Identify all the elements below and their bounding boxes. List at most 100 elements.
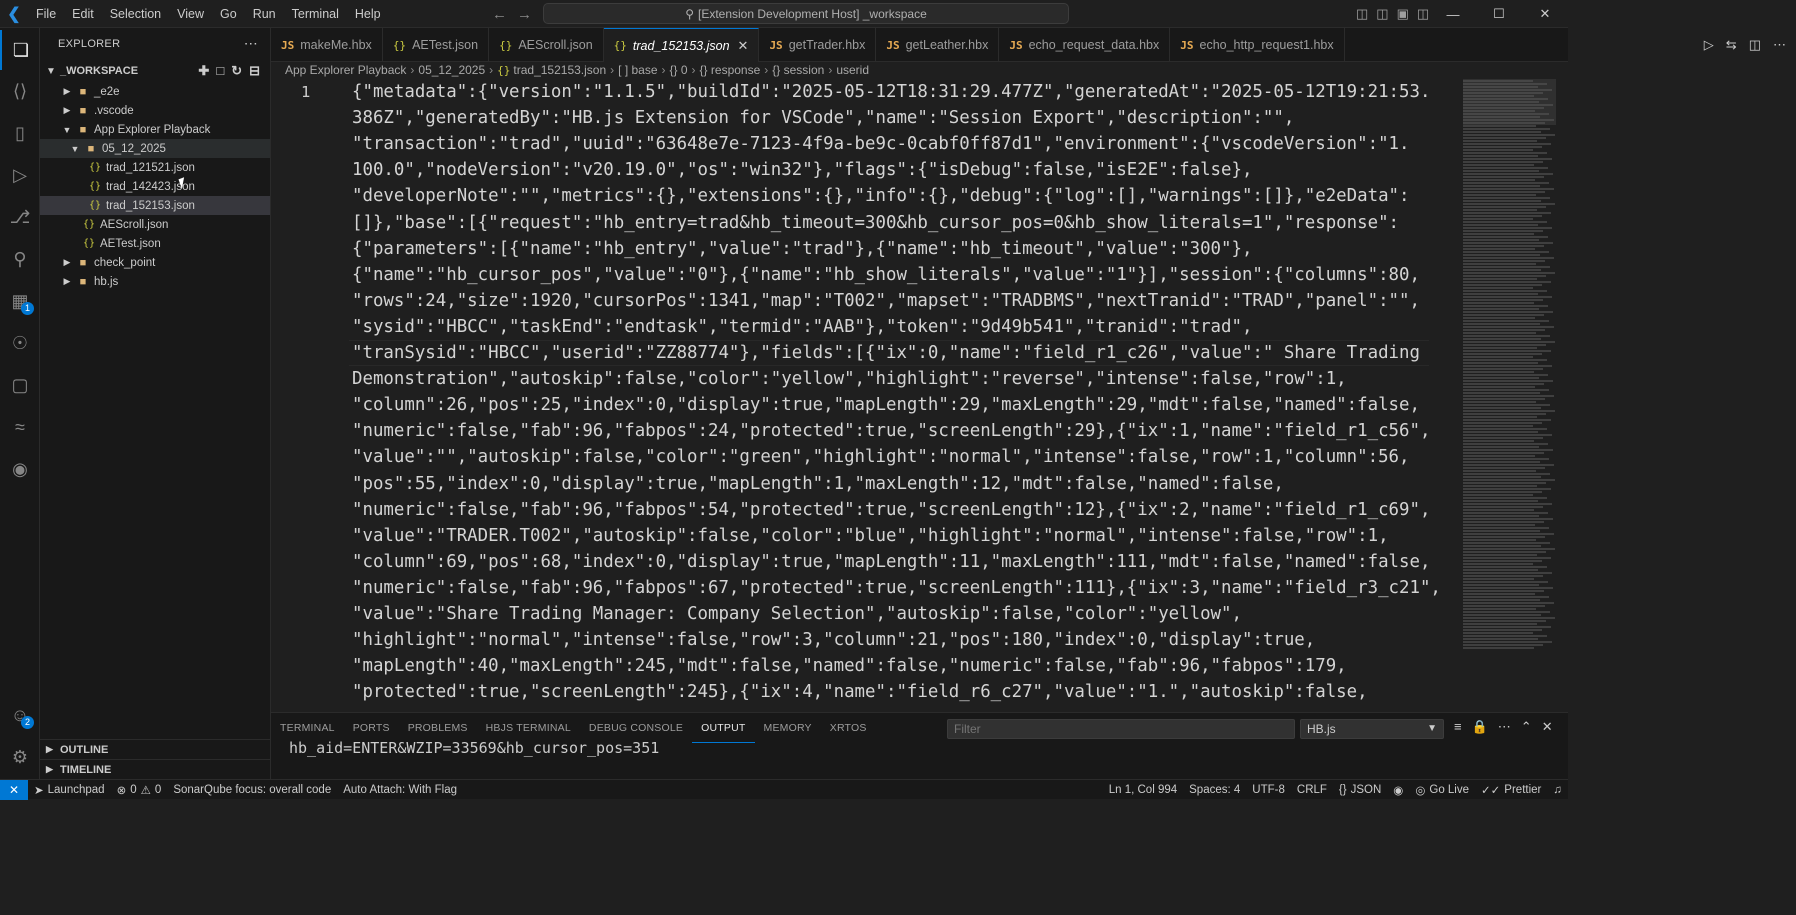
file-item[interactable]: {} AETest.json — [40, 234, 270, 253]
minimap[interactable] — [1463, 79, 1556, 679]
more-actions-icon[interactable]: ⋯ — [1498, 719, 1511, 735]
editor-tab[interactable]: JS echo_http_request1.hbx — [1170, 28, 1345, 62]
breadcrumb-item[interactable]: {} session — [772, 63, 824, 77]
lock-scroll-icon[interactable]: 🔒 — [1472, 719, 1488, 735]
workspace-section-header[interactable]: ▼ _WORKSPACE ✚ □ ↻ ⊟ — [40, 60, 270, 82]
breadcrumb-item[interactable]: {} 0 — [670, 63, 688, 77]
breadcrumb-item[interactable]: 05_12_2025 — [418, 63, 485, 77]
customize-layout-icon[interactable]: ◫ — [1356, 6, 1368, 22]
go-live-item[interactable]: ◎ Go Live — [1409, 783, 1475, 797]
chevron-right-icon: ▶ — [46, 764, 53, 774]
folder-item[interactable]: ▶ ■ _e2e — [40, 82, 270, 101]
notifications-bell-icon[interactable]: ♫ — [1547, 784, 1568, 796]
editor-tab[interactable]: {} AEScroll.json — [489, 28, 604, 62]
menu-go[interactable]: Go — [212, 0, 245, 28]
menu-file[interactable]: File — [28, 0, 64, 28]
panel-tab[interactable]: XRTOS — [821, 713, 876, 743]
indentation[interactable]: Spaces: 4 — [1183, 784, 1246, 796]
remote-indicator-icon[interactable]: ✕ — [0, 779, 28, 800]
breadcrumb-separator-icon: › — [828, 63, 833, 77]
end-of-line[interactable]: CRLF — [1291, 784, 1333, 796]
source-control-icon[interactable]: ⎇ — [0, 197, 40, 237]
run-icon[interactable]: ▷ — [1704, 37, 1714, 53]
menu-view[interactable]: View — [169, 0, 212, 28]
outline-section[interactable]: ▶ OUTLINE — [40, 739, 271, 759]
folder-item[interactable]: ▼ ■ App Explorer Playback — [40, 120, 270, 139]
maximize-panel-icon[interactable]: ⌃ — [1521, 719, 1532, 735]
new-folder-icon[interactable]: □ — [216, 63, 224, 79]
breadcrumb-item[interactable]: [ ] base — [618, 63, 657, 77]
minimize-button[interactable]: — — [1430, 0, 1476, 28]
cursor-position[interactable]: Ln 1, Col 994 — [1103, 784, 1183, 796]
refresh-icon[interactable]: ↻ — [231, 63, 242, 79]
toggle-sidebar-icon[interactable]: ◫ — [1376, 6, 1388, 22]
bookmark-icon[interactable]: ▯ — [0, 113, 40, 153]
problems-item[interactable]: ⊗ 0 ⚠ 0 — [111, 783, 168, 797]
maximize-button[interactable]: ☐ — [1476, 0, 1522, 28]
file-item[interactable]: {} trad_121521.json — [40, 158, 270, 177]
folder-item[interactable]: ▶ ■ check_point — [40, 253, 270, 272]
close-tab-icon[interactable]: ✕ — [738, 38, 749, 54]
language-mode[interactable]: {} JSON — [1333, 784, 1387, 796]
file-item[interactable]: {} AEScroll.json — [40, 215, 270, 234]
search-sidebar-icon[interactable]: ⚲ — [0, 239, 40, 279]
menu-edit[interactable]: Edit — [64, 0, 102, 28]
settings-gear-icon[interactable]: ⚙ — [0, 737, 40, 777]
editor-tab[interactable]: {} AETest.json — [383, 28, 490, 62]
prettier-item[interactable]: ✓✓ Prettier — [1475, 783, 1547, 797]
split-editor-icon[interactable]: ◫ — [1749, 37, 1761, 53]
vertical-scrollbar[interactable] — [1556, 79, 1568, 711]
editor-tab[interactable]: JS getLeather.hbx — [876, 28, 1000, 62]
breadcrumb-item[interactable]: userid — [836, 63, 869, 77]
menu-run[interactable]: Run — [245, 0, 284, 28]
panel-tab[interactable]: OUTPUT — [692, 713, 755, 743]
collapse-all-icon[interactable]: ⊟ — [249, 63, 260, 79]
encoding[interactable]: UTF-8 — [1246, 784, 1291, 796]
extensions-icon[interactable]: ▦ 1 — [0, 281, 40, 321]
clear-output-icon[interactable]: ≡ — [1454, 719, 1462, 735]
sonarqube-item[interactable]: SonarQube focus: overall code — [167, 784, 337, 796]
menu-help[interactable]: Help — [347, 0, 389, 28]
toggle-secondary-sidebar-icon[interactable]: ◫ — [1417, 6, 1429, 22]
editor-tab[interactable]: JS getTrader.hbx — [759, 28, 877, 62]
output-filter-input[interactable] — [947, 719, 1295, 739]
explorer-icon[interactable]: ❏ — [0, 30, 40, 70]
run-debug-icon[interactable]: ▷ — [0, 155, 40, 195]
close-panel-icon[interactable]: ✕ — [1542, 719, 1553, 735]
back-arrow-icon[interactable]: ← — [492, 6, 507, 23]
accounts-icon[interactable]: ☺ 2 — [0, 695, 40, 735]
command-center-search[interactable]: ⚲ [Extension Development Host] _workspac… — [543, 3, 1069, 24]
more-actions-icon[interactable]: ⋯ — [1773, 37, 1786, 53]
toggle-panel-icon[interactable]: ▣ — [1397, 6, 1409, 22]
menu-selection[interactable]: Selection — [102, 0, 169, 28]
folder-item[interactable]: ▶ ■ .vscode — [40, 101, 270, 120]
forward-arrow-icon[interactable]: → — [517, 6, 532, 23]
code-editor[interactable]: 1 {"metadata":{"version":"1.1.5","buildI… — [271, 79, 1461, 711]
code-icon[interactable]: ⟨⟩ — [0, 71, 40, 111]
remote-explorer-icon[interactable]: ▢ — [0, 365, 40, 405]
git-graph-icon[interactable]: ☉ — [0, 323, 40, 363]
menu-terminal[interactable]: Terminal — [284, 0, 347, 28]
folder-item[interactable]: ▼ ■ 05_12_2025 — [40, 139, 270, 158]
breadcrumb-item[interactable]: App Explorer Playback — [285, 63, 406, 77]
folder-item[interactable]: ▶ ■ hb.js — [40, 272, 270, 291]
copilot-icon[interactable]: ◉ — [1387, 783, 1409, 797]
editor-tab[interactable]: JS echo_request_data.hbx — [999, 28, 1171, 62]
file-item[interactable]: {} trad_142423.json — [40, 177, 270, 196]
github-icon[interactable]: ◉ — [0, 449, 40, 489]
close-window-button[interactable]: ✕ — [1522, 0, 1568, 28]
more-actions-icon[interactable]: ⋯ — [244, 35, 258, 52]
editor-tab[interactable]: {} trad_152153.json ✕ — [603, 28, 760, 62]
breadcrumb-item[interactable]: {} response — [700, 63, 761, 77]
launchpad-item[interactable]: ➤ Launchpad — [28, 783, 111, 797]
output-channel-select[interactable]: HB.js ▼ — [1300, 719, 1444, 739]
file-item[interactable]: {} trad_152153.json — [40, 196, 270, 215]
wave-icon[interactable]: ≈ — [0, 407, 40, 447]
compare-icon[interactable]: ⇆ — [1726, 37, 1737, 53]
auto-attach-item[interactable]: Auto Attach: With Flag — [337, 784, 463, 796]
timeline-section[interactable]: ▶ TIMELINE — [40, 759, 271, 779]
breadcrumb-item[interactable]: trad_152153.json — [513, 63, 606, 77]
new-file-icon[interactable]: ✚ — [198, 63, 209, 79]
editor-tab[interactable]: JS makeMe.hbx — [271, 28, 383, 62]
panel-tab[interactable]: MEMORY — [755, 713, 821, 743]
